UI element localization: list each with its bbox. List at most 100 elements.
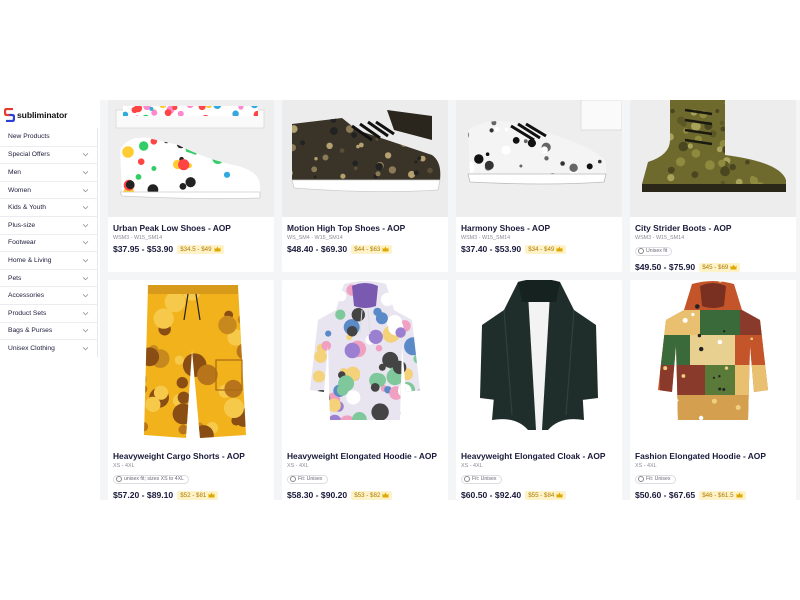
product-title[interactable]: Urban Peak Low Shoes - AOP xyxy=(113,223,270,233)
product-title[interactable]: Heavyweight Elongated Cloak - AOP xyxy=(461,451,618,461)
sidebar-item-new-products[interactable]: New Products xyxy=(0,128,97,146)
product-image-hoodie-pastel-floral[interactable] xyxy=(282,280,448,445)
sidebar-item-label: Unisex Clothing xyxy=(8,344,55,352)
crown-icon xyxy=(214,246,221,252)
product-sizes: WS_SM4 - W15_SM14 xyxy=(287,235,343,241)
sidebar-item-plus-size[interactable]: Plus-size xyxy=(0,215,97,234)
product-sizes: WSM3 - W15_SM14 xyxy=(113,235,163,241)
member-price-badge: $34.5 - $49 xyxy=(177,244,224,254)
fit-badge: Fit: Unisex xyxy=(461,474,502,484)
chevron-down-icon xyxy=(82,310,89,317)
product-image-cloak-dark-green[interactable] xyxy=(456,280,622,445)
member-price: $46 - $61.5 xyxy=(702,491,734,499)
retail-price: $58.30 - $90.20 xyxy=(287,490,348,500)
sidebar-item-label: New Products xyxy=(8,133,50,141)
product-title[interactable]: Motion High Top Shoes - AOP xyxy=(287,223,444,233)
member-price: $52 - $81 xyxy=(180,491,207,499)
chevron-down-icon xyxy=(82,187,89,194)
product-image-sneaker-black-white-pattern[interactable] xyxy=(456,100,622,217)
sidebar-item-accessories[interactable]: Accessories xyxy=(0,286,97,304)
fit-icon xyxy=(638,248,644,254)
chevron-down-icon xyxy=(82,222,89,229)
sidebar-item-kids-youth[interactable]: Kids & Youth xyxy=(0,198,97,216)
member-price-badge: $44 - $63 xyxy=(351,244,393,254)
sidebar: subliminator New Products Special Offers M… xyxy=(0,100,100,500)
chevron-down-icon xyxy=(82,257,89,264)
product-card[interactable]: Heavyweight Elongated Hoodie - AOP XS - 4… xyxy=(282,280,448,500)
member-price-badge: $34 - $49 xyxy=(525,244,567,254)
sidebar-item-bags-purses[interactable]: Bags & Purses xyxy=(0,321,97,340)
product-image-high-top-sneaker-dark-floral[interactable] xyxy=(282,100,448,217)
retail-price: $60.50 - $92.40 xyxy=(461,490,522,500)
member-price: $44 - $63 xyxy=(354,245,381,253)
chevron-down-icon xyxy=(82,239,89,246)
product-sizes: WSM3 - W15_SM14 xyxy=(635,235,685,241)
sidebar-item-home-living[interactable]: Home & Living xyxy=(0,251,97,269)
sidebar-item-label: Pets xyxy=(8,274,22,282)
product-card[interactable]: Harmony Shoes - AOP WSM3 - W15_SM14 $37.40… xyxy=(456,100,622,272)
price-row: $48.40 - $69.30 $44 - $63 xyxy=(287,244,444,254)
brand-logo[interactable]: subliminator xyxy=(4,107,67,123)
sidebar-item-special-offers[interactable]: Special Offers xyxy=(0,145,97,164)
product-meta: Heavyweight Cargo Shorts - AOP XS - 4XL un… xyxy=(113,451,270,500)
crown-icon xyxy=(556,492,563,498)
product-title[interactable]: Heavyweight Cargo Shorts - AOP xyxy=(113,451,270,461)
product-title[interactable]: Harmony Shoes - AOP xyxy=(461,223,618,233)
product-card[interactable]: City Strider Boots - AOP WSM3 - W15_SM14 U… xyxy=(630,100,796,272)
product-title[interactable]: City Strider Boots - AOP xyxy=(635,223,792,233)
price-row: $60.50 - $92.40 $55 - $84 xyxy=(461,490,618,500)
fit-badge: unisex fit; sizes XS to 4XL xyxy=(113,474,189,484)
product-card[interactable]: Heavyweight Elongated Cloak - AOP XS - 4X… xyxy=(456,280,622,500)
fit-label: Unisex fit xyxy=(646,248,668,254)
product-grid: Urban Peak Low Shoes - AOP WSM3 - W15_SM1… xyxy=(108,100,800,500)
retail-price: $37.40 - $53.90 xyxy=(461,244,522,254)
sidebar-item-label: Kids & Youth xyxy=(8,204,46,212)
sidebar-item-men[interactable]: Men xyxy=(0,163,97,181)
sidebar-item-unisex-clothing[interactable]: Unisex Clothing xyxy=(0,339,97,357)
product-meta: Heavyweight Elongated Hoodie - AOP XS - 4… xyxy=(287,451,444,500)
product-card[interactable]: Fashion Elongated Hoodie - AOP XS - 4XL Fi… xyxy=(630,280,796,500)
sidebar-item-label: Women xyxy=(8,186,31,194)
price-row: $49.50 - $75.90 $45 - $69 xyxy=(635,262,792,272)
retail-price: $57.20 - $89.10 xyxy=(113,490,174,500)
product-meta: Urban Peak Low Shoes - AOP WSM3 - W15_SM1… xyxy=(113,223,270,254)
sidebar-item-pets[interactable]: Pets xyxy=(0,268,97,287)
product-card[interactable]: Heavyweight Cargo Shorts - AOP XS - 4XL un… xyxy=(108,280,274,500)
product-card[interactable]: Motion High Top Shoes - AOP WS_SM4 - W15_… xyxy=(282,100,448,272)
product-image-hoodie-patchwork-ethnic[interactable] xyxy=(630,280,796,445)
member-price-badge: $53 - $82 xyxy=(351,490,393,500)
sidebar-item-women[interactable]: Women xyxy=(0,180,97,199)
product-sizes: XS - 4XL xyxy=(287,463,309,469)
fit-label: Fit: Unisex xyxy=(646,476,671,482)
fit-icon xyxy=(116,476,122,482)
subliminator-logo-icon xyxy=(4,108,15,122)
fit-icon xyxy=(290,476,296,482)
fit-badge: Fit: Unisex xyxy=(635,474,676,484)
product-image-low-top-sneaker-colorful-dots[interactable] xyxy=(108,100,274,217)
chevron-down-icon xyxy=(82,151,89,158)
product-meta: Heavyweight Elongated Cloak - AOP XS - 4X… xyxy=(461,451,618,500)
sidebar-item-label: Footwear xyxy=(8,239,36,247)
chevron-down-icon xyxy=(82,292,89,299)
product-image-cargo-shorts-yellow-tiedye[interactable] xyxy=(108,280,274,445)
chevron-down-icon xyxy=(82,169,89,176)
chevron-down-icon xyxy=(82,327,89,334)
price-row: $37.40 - $53.90 $34 - $49 xyxy=(461,244,618,254)
price-row: $58.30 - $90.20 $53 - $82 xyxy=(287,490,444,500)
sidebar-item-product-sets[interactable]: Product Sets xyxy=(0,303,97,322)
category-nav: New Products Special Offers Men Women Kids &… xyxy=(0,128,98,357)
sidebar-item-footwear[interactable]: Footwear xyxy=(0,233,97,252)
product-image-boots-olive-croc[interactable] xyxy=(630,100,796,217)
member-price-badge: $45 - $69 xyxy=(699,262,741,272)
product-card[interactable]: Urban Peak Low Shoes - AOP WSM3 - W15_SM1… xyxy=(108,100,274,272)
member-price: $45 - $69 xyxy=(702,263,729,271)
product-title[interactable]: Fashion Elongated Hoodie - AOP xyxy=(635,451,792,461)
product-sizes: XS - 4XL xyxy=(635,463,657,469)
sidebar-item-label: Home & Living xyxy=(8,256,52,264)
retail-price: $48.40 - $69.30 xyxy=(287,244,348,254)
product-title[interactable]: Heavyweight Elongated Hoodie - AOP xyxy=(287,451,444,461)
chevron-down-icon xyxy=(82,275,89,282)
fit-badge: Fit: Unisex xyxy=(287,474,328,484)
price-row: $50.60 - $67.65 $46 - $61.5 xyxy=(635,490,792,500)
member-price-badge: $55 - $84 xyxy=(525,490,567,500)
